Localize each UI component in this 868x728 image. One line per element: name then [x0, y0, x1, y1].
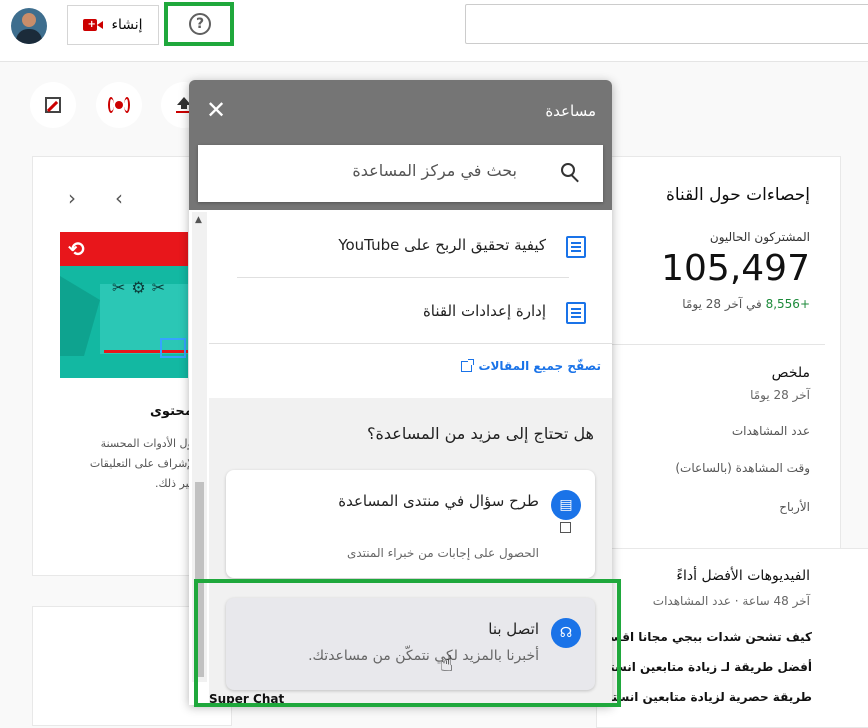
search-icon[interactable]: [561, 163, 581, 183]
top-videos-list: كيف تشحن شدات ببجي مجانا اقسم بالله أفضل…: [596, 626, 812, 716]
forum-chat-icon: ▤: [551, 490, 581, 520]
top-video-item[interactable]: طريقة حصرية لزيادة متابعين انستقرام: [596, 690, 812, 704]
subscribers-delta-value: +8,556: [765, 297, 810, 311]
pencil-icon: [45, 97, 61, 113]
live-broadcast-icon: [108, 97, 130, 113]
community-option-title: طرح سؤال في منتدى المساعدة: [338, 492, 539, 510]
refresh-icon: ⟲: [68, 237, 85, 261]
close-icon[interactable]: ✕: [206, 98, 226, 122]
subscribers-label: المشتركون الحاليون: [709, 230, 810, 244]
top-video-item[interactable]: كيف تشحن شدات ببجي مجانا اقسم بالله: [596, 630, 812, 644]
more-help-heading: هل تحتاج إلى مزيد من المساعدة؟: [367, 424, 594, 443]
article-icon: [566, 302, 586, 324]
divider: [612, 344, 825, 345]
help-article-channel-settings[interactable]: إدارة إعدادات القناة: [213, 280, 606, 340]
help-panel-header: مساعدة ✕ بحث في مركز المساعدة: [189, 80, 612, 210]
metric-views-label: عدد المشاهدات: [731, 424, 810, 438]
chevron-right-icon[interactable]: ›: [68, 186, 76, 210]
hand-cursor-icon: ☝: [440, 652, 454, 677]
help-icon: ?: [189, 13, 211, 35]
summary-title: ملخص: [771, 365, 810, 381]
community-forum-option[interactable]: ▤ طرح سؤال في منتدى المساعدة الحصول على …: [226, 470, 595, 578]
external-link-icon: [560, 522, 571, 533]
channel-analytics-title: إحصاءات حول القناة: [665, 185, 810, 205]
chevron-left-icon[interactable]: ‹: [115, 186, 123, 210]
metric-revenue-label: الأرباح: [779, 500, 810, 514]
article-icon: [566, 236, 586, 258]
ideas-text: حول الأدوات المحسنة بالإشراف على التعليق…: [89, 437, 200, 490]
help-article-label: إدارة إعدادات القناة: [422, 302, 546, 320]
editing-tools-icon: ✂⚙✂: [112, 278, 172, 297]
metric-watch-time-label: وقت المشاهدة (بالساعات): [675, 461, 810, 475]
ideas-title: محتوى: [150, 404, 193, 419]
community-option-subtitle: الحصول على إجابات من خبراء المنتدى: [346, 546, 539, 560]
channel-avatar[interactable]: [11, 8, 47, 44]
help-article-label: كيفية تحقيق الربح على YouTube: [338, 236, 546, 254]
subscribers-value: 105,497: [661, 248, 810, 289]
top-videos-title: الفيديوهات الأفضل أداءً: [676, 568, 810, 584]
edit-button[interactable]: [30, 82, 76, 128]
browse-all-articles-link[interactable]: تصفّح جميع المقالات: [461, 358, 601, 373]
help-article-monetization[interactable]: كيفية تحقيق الربح على YouTube: [213, 214, 606, 274]
ideas-thumbnail[interactable]: ⟲ ✂⚙✂: [60, 232, 188, 378]
divider: [237, 277, 569, 278]
summary-period: آخر 28 يومًا: [750, 388, 810, 402]
top-bar: إنشاء + ?: [0, 0, 868, 62]
browse-all-label: تصفّح جميع المقالات: [478, 359, 601, 373]
scroll-up-arrow-icon[interactable]: ▲: [195, 215, 202, 225]
subscribers-delta-period: في آخر 28 يومًا: [682, 297, 762, 311]
top-videos-subtitle: آخر 48 ساعة · عدد المشاهدات: [652, 594, 810, 608]
subscribers-delta: +8,556 في آخر 28 يومًا: [682, 297, 810, 311]
go-live-button[interactable]: [96, 82, 142, 128]
help-panel-title: مساعدة: [545, 102, 596, 120]
help-search-placeholder: بحث في مركز المساعدة: [352, 161, 517, 180]
external-link-icon: [461, 358, 475, 372]
divider: [209, 343, 612, 344]
studio-search-input[interactable]: [465, 4, 868, 44]
create-button[interactable]: إنشاء +: [67, 5, 159, 45]
contact-us-highlight: [194, 579, 621, 707]
help-button-highlight[interactable]: ?: [164, 2, 234, 46]
help-search-input[interactable]: بحث في مركز المساعدة: [198, 145, 603, 202]
create-button-label: إنشاء: [111, 17, 143, 33]
video-camera-icon: +: [83, 18, 104, 32]
top-video-item[interactable]: أفضل طريقة لـ زيادة متابعين انستقرام: [596, 660, 812, 674]
